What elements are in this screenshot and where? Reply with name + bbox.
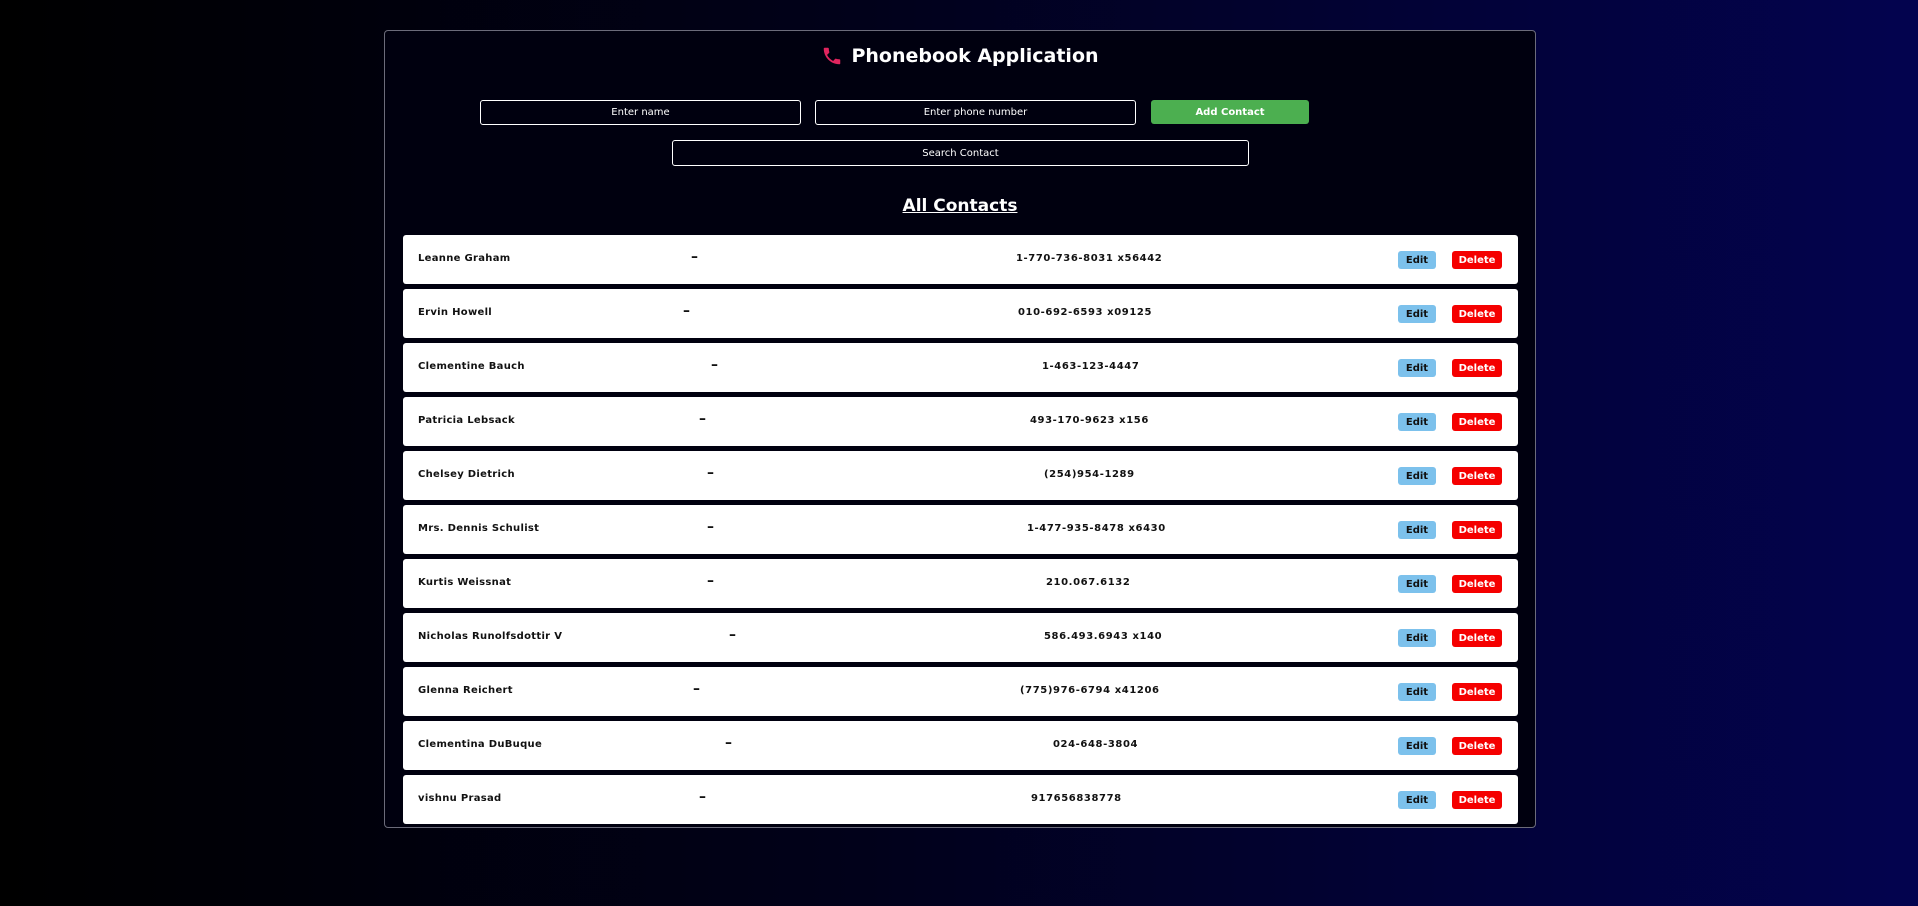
page-title: Phonebook Application: [851, 45, 1099, 67]
contact-row: Leanne Graham – 1-770-736-8031 x56442 Edit D…: [403, 235, 1518, 284]
edit-button[interactable]: Edit: [1398, 683, 1436, 701]
edit-button[interactable]: Edit: [1398, 305, 1436, 323]
contact-row: Glenna Reichert – (775)976-6794 x41206 Edit…: [403, 667, 1518, 716]
phone-icon: [821, 45, 843, 67]
separator-dash: –: [711, 357, 718, 373]
contact-name: Clementina DuBuque: [418, 739, 543, 750]
delete-button[interactable]: Delete: [1452, 575, 1502, 593]
delete-button[interactable]: Delete: [1452, 413, 1502, 431]
edit-button[interactable]: Edit: [1398, 521, 1436, 539]
separator-dash: –: [699, 789, 706, 805]
contact-phone: 1-463-123-4447: [1042, 361, 1140, 372]
contact-list: Leanne Graham – 1-770-736-8031 x56442 Edit D…: [403, 235, 1518, 829]
contact-phone: 024-648-3804: [1053, 739, 1139, 750]
separator-dash: –: [699, 411, 706, 427]
add-contact-button[interactable]: Add Contact: [1151, 100, 1309, 124]
contact-name: Chelsey Dietrich: [418, 469, 515, 480]
name-input[interactable]: [480, 100, 801, 125]
contact-phone: 1-477-935-8478 x6430: [1027, 523, 1166, 534]
edit-button[interactable]: Edit: [1398, 359, 1436, 377]
contact-row: Ervin Howell – 010-692-6593 x09125 Edit Dele…: [403, 289, 1518, 338]
separator-dash: –: [683, 303, 690, 319]
contact-row: vishnu Prasad – 917656838778 Edit Delete: [403, 775, 1518, 824]
app-header: Phonebook Application: [385, 45, 1535, 67]
contact-row: Clementina DuBuque – 024-648-3804 Edit Delet…: [403, 721, 1518, 770]
contact-phone: 917656838778: [1031, 793, 1122, 804]
contact-phone: 210.067.6132: [1046, 577, 1131, 588]
separator-dash: –: [693, 681, 700, 697]
delete-button[interactable]: Delete: [1452, 737, 1502, 755]
edit-button[interactable]: Edit: [1398, 791, 1436, 809]
delete-button[interactable]: Delete: [1452, 629, 1502, 647]
phone-input[interactable]: [815, 100, 1136, 125]
separator-dash: –: [729, 627, 736, 643]
contact-phone: 1-770-736-8031 x56442: [1016, 253, 1163, 264]
delete-button[interactable]: Delete: [1452, 305, 1502, 323]
contact-row: Chelsey Dietrich – (254)954-1289 Edit Delete: [403, 451, 1518, 500]
delete-button[interactable]: Delete: [1452, 359, 1502, 377]
contact-name: vishnu Prasad: [418, 793, 502, 804]
delete-button[interactable]: Delete: [1452, 251, 1502, 269]
contact-name: Clementine Bauch: [418, 361, 525, 372]
contact-phone: 493-170-9623 x156: [1030, 415, 1149, 426]
edit-button[interactable]: Edit: [1398, 575, 1436, 593]
contact-name: Patricia Lebsack: [418, 415, 515, 426]
contact-phone: (775)976-6794 x41206: [1020, 685, 1160, 696]
edit-button[interactable]: Edit: [1398, 737, 1436, 755]
delete-button[interactable]: Delete: [1452, 791, 1502, 809]
phonebook-app: Phonebook Application Add Contact All Co…: [384, 30, 1536, 828]
delete-button[interactable]: Delete: [1452, 521, 1502, 539]
separator-dash: –: [707, 573, 714, 589]
edit-button[interactable]: Edit: [1398, 251, 1436, 269]
contact-phone: 010-692-6593 x09125: [1018, 307, 1153, 318]
contact-name: Nicholas Runolfsdottir V: [418, 631, 563, 642]
contact-name: Mrs. Dennis Schulist: [418, 523, 540, 534]
contact-phone: 586.493.6943 x140: [1044, 631, 1163, 642]
contact-row: Patricia Lebsack – 493-170-9623 x156 Edit De…: [403, 397, 1518, 446]
contact-row: Nicholas Runolfsdottir V – 586.493.6943 x1…: [403, 613, 1518, 662]
contacts-heading: All Contacts: [902, 196, 1018, 216]
edit-button[interactable]: Edit: [1398, 629, 1436, 647]
edit-button[interactable]: Edit: [1398, 413, 1436, 431]
contact-row: Kurtis Weissnat – 210.067.6132 Edit Delete: [403, 559, 1518, 608]
separator-dash: –: [691, 249, 698, 265]
contact-row: Mrs. Dennis Schulist – 1-477-935-8478 x643…: [403, 505, 1518, 554]
contact-name: Ervin Howell: [418, 307, 493, 318]
contact-name: Leanne Graham: [418, 253, 511, 264]
delete-button[interactable]: Delete: [1452, 467, 1502, 485]
edit-button[interactable]: Edit: [1398, 467, 1436, 485]
separator-dash: –: [707, 519, 714, 535]
separator-dash: –: [725, 735, 732, 751]
search-input[interactable]: [672, 140, 1249, 166]
contact-name: Kurtis Weissnat: [418, 577, 512, 588]
contact-name: Glenna Reichert: [418, 685, 513, 696]
separator-dash: –: [707, 465, 714, 481]
delete-button[interactable]: Delete: [1452, 683, 1502, 701]
contact-row: Clementine Bauch – 1-463-123-4447 Edit Delet…: [403, 343, 1518, 392]
contact-phone: (254)954-1289: [1044, 469, 1135, 480]
